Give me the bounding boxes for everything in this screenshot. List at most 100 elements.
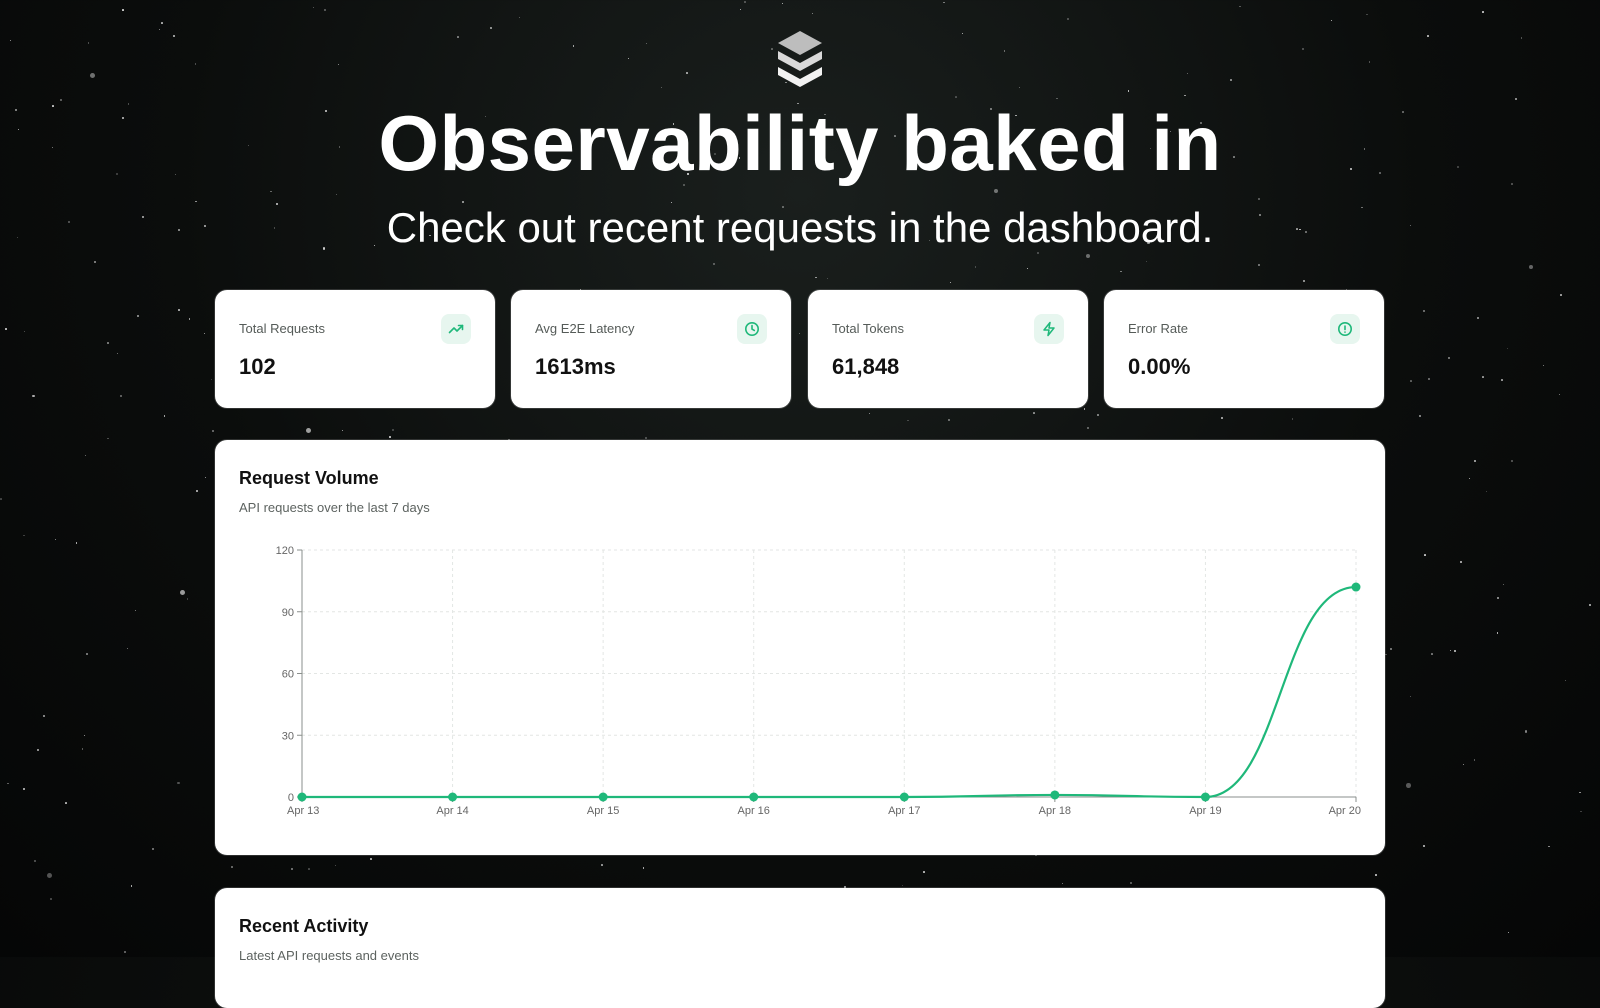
star [1409, 696, 1411, 698]
star [210, 379, 212, 381]
star [93, 261, 96, 264]
star [178, 308, 180, 311]
star [949, 281, 952, 284]
star [31, 394, 35, 398]
stacked-layers-logo-icon [778, 31, 822, 87]
star [312, 6, 314, 9]
data-point [1351, 582, 1361, 592]
star [1524, 730, 1528, 733]
star [23, 534, 25, 537]
stat-card-total-requests: Total Requests 102 [215, 290, 495, 408]
star [1418, 415, 1421, 418]
star [1302, 47, 1305, 50]
star [1497, 597, 1500, 600]
star [1588, 603, 1591, 607]
star [130, 885, 133, 888]
star [1473, 459, 1476, 462]
stat-value: 61,848 [832, 354, 900, 379]
star [179, 590, 185, 595]
star [457, 36, 460, 39]
star [173, 34, 176, 37]
star [1019, 87, 1021, 89]
star [204, 476, 207, 479]
star [90, 73, 96, 79]
x-tick-label: Apr 19 [1189, 805, 1221, 817]
star [47, 873, 53, 879]
x-tick-label: Apr 20 [1329, 805, 1361, 817]
y-tick-label: 90 [282, 607, 294, 619]
star [1482, 10, 1484, 13]
star [86, 653, 88, 655]
star [75, 542, 78, 544]
star [1469, 478, 1471, 480]
star [196, 489, 199, 492]
star [994, 189, 999, 194]
stat-label: Total Requests [239, 321, 325, 336]
star [4, 328, 7, 330]
star [660, 87, 662, 89]
star [1501, 378, 1504, 381]
star [337, 63, 340, 66]
star [826, 278, 829, 280]
star [518, 17, 520, 19]
star [962, 32, 964, 34]
star [50, 898, 52, 900]
star [305, 428, 311, 434]
star [336, 194, 338, 196]
star [1033, 411, 1036, 414]
star [33, 859, 36, 862]
star [1496, 632, 1499, 634]
trending-up-icon [441, 314, 471, 344]
card-title: Recent Activity [239, 916, 369, 936]
star [22, 787, 25, 790]
star [159, 28, 161, 30]
star [1476, 316, 1480, 319]
stat-value: 1613ms [535, 354, 616, 379]
star [1229, 79, 1232, 82]
star [685, 71, 688, 74]
star [83, 734, 86, 737]
star [1129, 881, 1133, 884]
star [1097, 414, 1099, 416]
star [644, 436, 647, 439]
star [906, 419, 909, 422]
star [1460, 561, 1463, 564]
star [1037, 252, 1040, 254]
x-tick-label: Apr 14 [436, 805, 468, 817]
star [1146, 260, 1148, 263]
star [1427, 35, 1429, 38]
data-point [749, 792, 759, 802]
star [164, 415, 166, 417]
star [106, 437, 109, 440]
star [84, 454, 87, 456]
lightning-bolt-icon [1034, 314, 1064, 344]
star [186, 598, 188, 600]
y-tick-label: 30 [282, 730, 294, 742]
star [670, 201, 672, 203]
star [975, 266, 977, 268]
star [122, 9, 124, 11]
star [1423, 310, 1426, 313]
star [1258, 264, 1260, 266]
x-tick-label: Apr 15 [587, 805, 619, 817]
star [81, 748, 84, 751]
series-line [302, 585, 1357, 799]
stat-card-total-tokens: Total Tokens 61,848 [808, 290, 1088, 408]
star [1375, 874, 1377, 876]
star [1409, 380, 1412, 383]
star [713, 263, 715, 265]
star [868, 412, 871, 415]
x-tick-label: Apr 13 [287, 805, 319, 817]
star [1368, 60, 1371, 63]
star [1473, 759, 1476, 761]
star [645, 42, 647, 44]
data-point [297, 792, 307, 802]
star [1085, 254, 1090, 259]
star [161, 22, 163, 24]
stat-label: Avg E2E Latency [535, 321, 635, 336]
star [203, 332, 206, 335]
x-tick-label: Apr 18 [1039, 805, 1071, 817]
star [573, 45, 575, 47]
hero-subtitle: Check out recent requests in the dashboa… [386, 204, 1214, 251]
star [134, 609, 137, 611]
